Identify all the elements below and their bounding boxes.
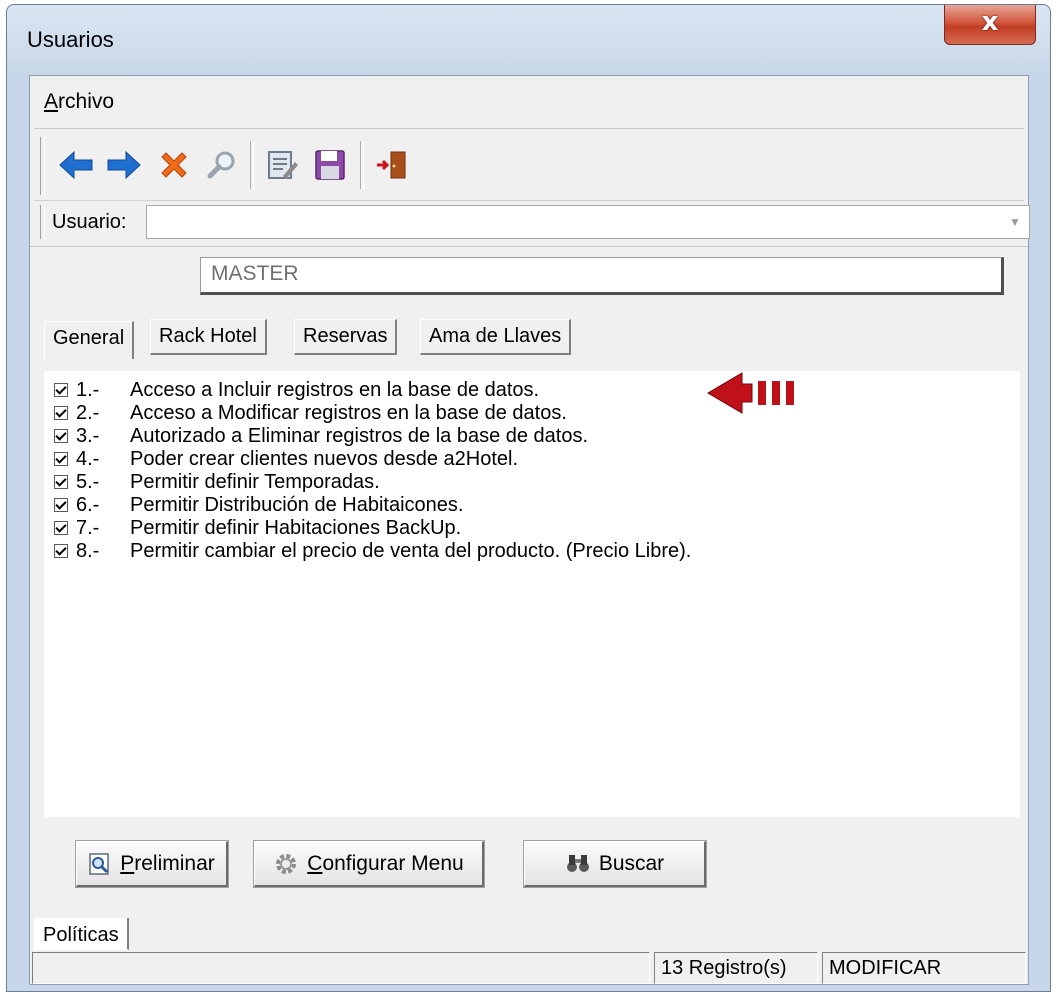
permission-number: 1.- xyxy=(76,378,100,401)
permission-item[interactable]: 4.- Poder crear clientes nuevos desde a2H… xyxy=(54,448,518,470)
status-bar: 13 Registro(s) MODIFICAR xyxy=(30,952,1028,984)
preview-magnifier-icon xyxy=(89,852,109,875)
edit-button[interactable] xyxy=(262,145,302,185)
permission-item[interactable]: 5.- Permitir definir Temporadas. xyxy=(54,471,380,493)
permission-item[interactable]: 3.- Autorizado a Eliminar registros de la… xyxy=(54,425,588,447)
window-client-area: Archivo Usuario: ▼ MASTER General Rack H… xyxy=(29,75,1030,985)
search-button[interactable] xyxy=(202,145,242,185)
gear-icon xyxy=(276,853,297,874)
permission-text: Permitir cambiar el precio de venta del … xyxy=(130,539,692,562)
permission-text: Acceso a Incluir registros en la base de… xyxy=(130,378,540,401)
checkbox[interactable] xyxy=(54,498,68,512)
menu-archivo-label: rchivo xyxy=(58,90,115,113)
tab-ama-de-llaves[interactable]: Ama de Llaves xyxy=(420,319,572,355)
status-mode: MODIFICAR xyxy=(822,952,1026,984)
toolbar-separator xyxy=(250,141,254,189)
preliminar-button[interactable]: Preliminar xyxy=(75,840,229,888)
checkbox[interactable] xyxy=(54,406,68,420)
menu-archivo-mnemonic: A xyxy=(44,90,59,113)
preliminar-label: Preliminar xyxy=(120,852,215,876)
permission-text: Permitir definir Habitaciones BackUp. xyxy=(130,516,462,539)
permissions-list: 1.- Acceso a Incluir registros en la base… xyxy=(44,371,1020,817)
status-panel-left xyxy=(32,952,650,984)
buscar-label: Buscar xyxy=(598,851,665,875)
permission-item[interactable]: 7.- Permitir definir Habitaciones BackUp. xyxy=(54,517,461,539)
permission-number: 8.- xyxy=(76,539,100,562)
window-title: Usuarios xyxy=(27,27,114,52)
edit-notes-icon xyxy=(268,151,298,179)
permission-text: Permitir definir Temporadas. xyxy=(130,470,380,493)
user-bar: Usuario: ▼ xyxy=(34,200,1030,243)
permission-number: 4.- xyxy=(76,447,100,470)
preliminar-mnemonic: P xyxy=(120,851,135,875)
toolbar-separator xyxy=(360,141,364,189)
checkbox[interactable] xyxy=(54,521,68,535)
menu-archivo[interactable]: Archivo xyxy=(44,90,114,114)
permission-item[interactable]: 6.- Permitir Distribución de Habitaicones… xyxy=(54,494,463,516)
toolbar-grip[interactable] xyxy=(40,137,45,195)
configurar-label: Configurar Menu xyxy=(307,852,463,876)
tab-rack-hotel[interactable]: Rack Hotel xyxy=(150,319,267,355)
preliminar-label-rest: reliminar xyxy=(134,851,215,875)
bottom-tab-strip: Políticas xyxy=(30,918,1028,952)
delete-button[interactable] xyxy=(154,145,194,185)
save-button[interactable] xyxy=(310,145,350,185)
usuarios-window: Usuarios x Archivo Usuario: ▼ MASTER Gen… xyxy=(6,4,1051,992)
tab-general[interactable]: General xyxy=(44,321,135,359)
permission-number: 7.- xyxy=(76,516,100,539)
configurar-mnemonic: C xyxy=(307,851,323,875)
usuario-label: Usuario: xyxy=(52,211,127,233)
checkbox[interactable] xyxy=(54,383,68,397)
buscar-button[interactable]: Buscar xyxy=(523,840,707,888)
arrow-left-icon xyxy=(59,150,93,180)
next-button[interactable] xyxy=(104,145,144,185)
permission-text: Poder crear clientes nuevos desde a2Hote… xyxy=(130,447,519,470)
permission-text: Autorizado a Eliminar registros de la ba… xyxy=(130,424,589,447)
title-bar[interactable]: Usuarios x xyxy=(7,5,1050,75)
permission-item[interactable]: 8.- Permitir cambiar el precio de venta d… xyxy=(54,540,691,562)
delete-x-icon xyxy=(161,152,187,178)
permission-text: Acceso a Modificar registros en la base … xyxy=(130,401,567,424)
permission-number: 2.- xyxy=(76,401,100,424)
close-button[interactable]: x xyxy=(944,5,1036,45)
main-panel: MASTER General Rack Hotel Reservas Ama d… xyxy=(30,246,1028,919)
configurar-label-rest: onfigurar Menu xyxy=(322,851,464,875)
save-floppy-icon xyxy=(315,150,345,180)
permission-number: 5.- xyxy=(76,470,100,493)
binoculars-icon xyxy=(566,854,589,872)
tab-politicas[interactable]: Políticas xyxy=(34,918,129,950)
toolbar xyxy=(34,128,1024,201)
arrow-right-icon xyxy=(107,150,141,180)
previous-button[interactable] xyxy=(56,145,96,185)
permission-item[interactable]: 2.- Acceso a Modificar registros en la ba… xyxy=(54,402,567,424)
exit-button[interactable] xyxy=(372,145,412,185)
annotation-arrow-icon xyxy=(707,372,794,414)
permission-item[interactable]: 1.- Acceso a Incluir registros en la base… xyxy=(54,379,539,401)
checkbox[interactable] xyxy=(54,452,68,466)
checkbox[interactable] xyxy=(54,475,68,489)
permission-text: Permitir Distribución de Habitaicones. xyxy=(130,493,464,516)
status-record-count: 13 Registro(s) xyxy=(654,952,818,984)
user-name-field[interactable]: MASTER xyxy=(200,257,1004,295)
checkbox[interactable] xyxy=(54,429,68,443)
configurar-menu-button[interactable]: Configurar Menu xyxy=(253,840,485,888)
permission-number: 6.- xyxy=(76,493,100,516)
permission-number: 3.- xyxy=(76,424,100,447)
tab-reservas[interactable]: Reservas xyxy=(294,319,398,355)
chevron-down-icon[interactable]: ▼ xyxy=(1001,206,1029,238)
search-magnifier-icon xyxy=(207,151,235,179)
usuario-combobox[interactable]: ▼ xyxy=(146,205,1030,239)
close-icon: x xyxy=(981,7,999,37)
user-bar-grip[interactable] xyxy=(40,205,45,239)
menu-bar: Archivo xyxy=(30,76,1028,128)
checkbox[interactable] xyxy=(54,544,68,558)
exit-door-icon xyxy=(377,151,406,179)
